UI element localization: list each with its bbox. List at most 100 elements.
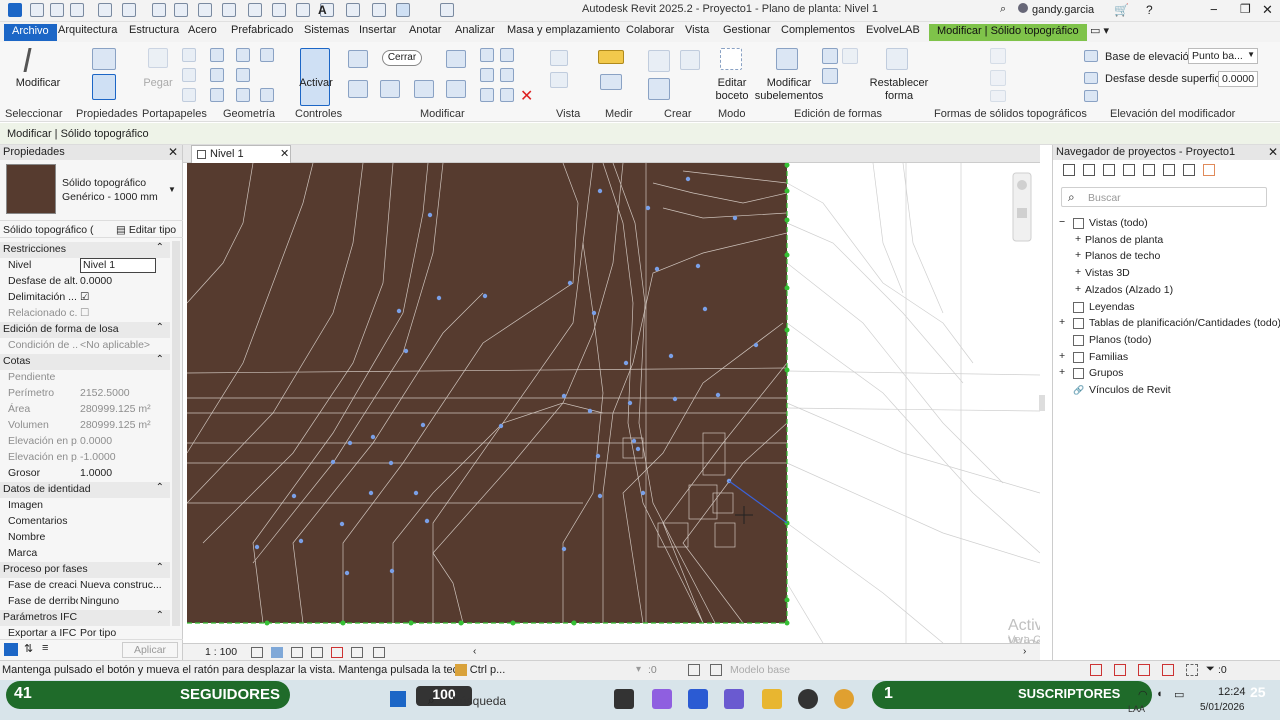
shape-point[interactable] — [587, 408, 593, 414]
filter-status-icon[interactable]: ⏷ — [1206, 663, 1215, 676]
collapse-tree-icon[interactable]: − — [1059, 216, 1065, 228]
teams-icon[interactable] — [724, 689, 744, 709]
visual-style-icon[interactable] — [271, 647, 283, 658]
view-tab-nivel-1[interactable]: Nivel 1 ✕ — [191, 145, 291, 163]
clock-time[interactable]: 12:24 — [1218, 686, 1246, 698]
move-icon[interactable] — [348, 80, 368, 98]
wall-join-icon[interactable] — [236, 48, 250, 62]
browser-schedules-icon[interactable] — [1123, 164, 1135, 176]
undo-icon[interactable] — [98, 3, 112, 17]
split-icon[interactable] — [500, 48, 514, 62]
shape-point[interactable] — [631, 438, 637, 444]
design-option-icon[interactable] — [710, 664, 722, 676]
select-pinned-icon[interactable] — [1138, 664, 1150, 676]
shape-point[interactable] — [654, 266, 660, 272]
editable-only-icon[interactable] — [688, 664, 700, 676]
select-underlay-icon[interactable] — [1114, 664, 1126, 676]
prop-section[interactable]: Parámetros IFC ⌃ — [0, 610, 170, 626]
browser-links-icon[interactable] — [1203, 164, 1215, 176]
prop-section[interactable]: Restricciones ⌃ — [0, 242, 170, 258]
tab-acero[interactable]: Acero — [188, 24, 217, 41]
browser-item[interactable]: + Vistas 3D — [1053, 266, 1280, 282]
prop-value[interactable]: Por tipo — [80, 627, 168, 639]
shape-point[interactable] — [702, 306, 708, 312]
copy-icon[interactable] — [182, 68, 196, 82]
print-icon[interactable] — [152, 3, 166, 17]
obs-icon[interactable] — [798, 689, 818, 709]
create-group-icon[interactable] — [648, 78, 670, 100]
reset-shape-icon[interactable] — [886, 48, 908, 70]
home-icon[interactable] — [346, 3, 360, 17]
instance-selector-label[interactable]: Sólido topográfico ( — [3, 224, 93, 236]
prop-value[interactable]: ☑ — [80, 291, 168, 303]
shape-point[interactable] — [330, 459, 336, 465]
cut-geometry-icon[interactable] — [210, 68, 224, 82]
modify-subelements-icon[interactable] — [776, 48, 798, 70]
tab-anotar[interactable]: Anotar — [409, 24, 441, 41]
rotate-icon[interactable] — [414, 80, 434, 98]
clock-date[interactable]: 5/01/2026 — [1200, 702, 1245, 713]
tag-icon[interactable] — [248, 3, 262, 17]
base-elevation-select[interactable]: Punto ba... ▼ — [1188, 48, 1258, 64]
text-tool-icon[interactable]: A — [318, 3, 327, 17]
shape-point[interactable] — [685, 176, 691, 182]
join-icon[interactable] — [210, 88, 224, 102]
close-browser-icon[interactable]: ✕ — [1268, 145, 1278, 159]
scroll-right-icon[interactable]: › — [1023, 646, 1026, 657]
minimize-icon[interactable]: − — [1210, 2, 1218, 17]
properties-icon[interactable] — [92, 48, 116, 70]
modify-subelements-button[interactable]: Modificar subelementos — [752, 77, 826, 103]
tab-complementos[interactable]: Complementos — [781, 24, 855, 41]
sync-icon[interactable] — [70, 3, 84, 17]
text-icon[interactable] — [272, 3, 286, 17]
shape-point[interactable] — [389, 568, 395, 574]
file-explorer-icon[interactable] — [762, 689, 782, 709]
browser-item[interactable]: + Familias — [1053, 350, 1280, 366]
override-icon[interactable] — [550, 72, 568, 88]
browser-views-icon[interactable] — [1083, 164, 1095, 176]
browser-groups-icon[interactable] — [1163, 164, 1175, 176]
panel-10[interactable]: Edición de formas — [794, 108, 882, 120]
shape-point[interactable] — [753, 342, 759, 348]
unpin-icon[interactable] — [500, 88, 514, 102]
tab-analizar[interactable]: Analizar — [455, 24, 495, 41]
tab-colaborar[interactable]: Colaborar — [626, 24, 674, 41]
expand-icon[interactable]: + — [1075, 266, 1081, 278]
cope-icon[interactable] — [210, 48, 224, 62]
delete-icon[interactable]: ✕ — [520, 86, 533, 106]
expand-icon[interactable]: + — [1059, 366, 1065, 378]
3d-view-icon[interactable] — [296, 3, 310, 17]
browser-item[interactable]: + Planos de planta — [1053, 233, 1280, 249]
word-icon[interactable] — [688, 689, 708, 709]
collapse-icon[interactable]: ⌃ — [156, 562, 164, 573]
paint-icon[interactable] — [236, 88, 250, 102]
shape-point[interactable] — [291, 493, 297, 499]
type-properties-icon[interactable] — [92, 74, 116, 100]
tab-arquitectura[interactable]: Arquitectura — [58, 24, 117, 41]
drawing-canvas[interactable]: Activar Windows Ve a Configuración para … — [183, 163, 1040, 643]
browser-item[interactable]: Leyendas — [1053, 300, 1280, 316]
prop-section[interactable]: Proceso por fases ⌃ — [0, 562, 170, 578]
splitter-handle[interactable] — [1039, 395, 1045, 411]
browser-search[interactable]: ⌕ Buscar — [1061, 187, 1267, 207]
shape-point[interactable] — [427, 212, 433, 218]
dimension-icon[interactable] — [222, 3, 236, 17]
sun-path-icon[interactable] — [291, 647, 303, 658]
trim-icon[interactable] — [446, 80, 466, 98]
modify-button[interactable]: Modificar — [10, 77, 66, 90]
close-panel-icon[interactable]: ✕ — [168, 145, 178, 159]
shape-point[interactable] — [672, 396, 678, 402]
edit-sketch-button[interactable]: Editar boceto — [710, 77, 754, 103]
save-icon[interactable] — [50, 3, 64, 17]
properties-scrollbar[interactable] — [172, 241, 180, 626]
shape-point[interactable] — [339, 521, 345, 527]
close-hidden-icon[interactable] — [396, 3, 410, 17]
shape-point[interactable] — [567, 280, 573, 286]
measure-tool-icon[interactable] — [598, 50, 624, 64]
prop-value[interactable]: Nueva construc... — [80, 579, 168, 591]
demolish-icon[interactable] — [260, 48, 274, 62]
create-part-icon[interactable] — [648, 50, 670, 72]
view-scale[interactable]: 1 : 100 — [205, 646, 237, 658]
shape-point[interactable] — [597, 188, 603, 194]
copy-element-icon[interactable] — [380, 80, 400, 98]
